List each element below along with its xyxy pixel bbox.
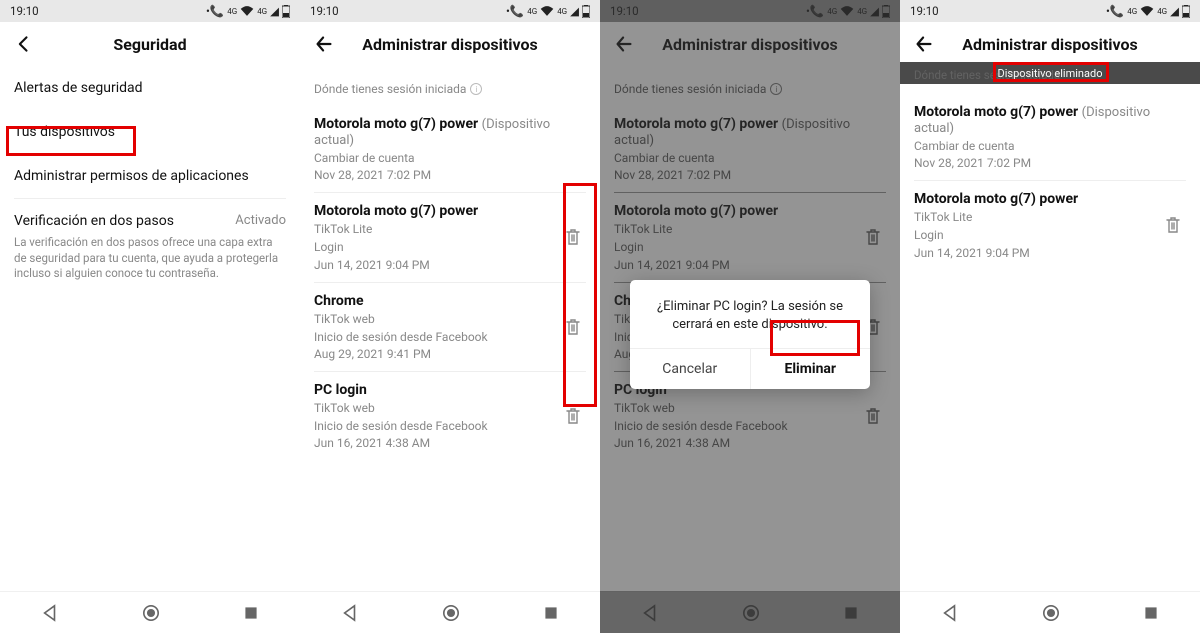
content: Alertas de seguridad Tus dispositivos Ad… [0,66,300,591]
nav-home-icon[interactable] [1042,604,1060,622]
nav-bar [0,591,300,633]
back-button[interactable] [306,33,342,55]
volte-icon: •📞 [506,4,524,18]
panel-security: 19:10 •📞 4G 4G ◢ Seguridad Alertas de se… [0,0,300,633]
page-title: Seguridad [42,35,258,54]
dialog-cancel-button[interactable]: Cancelar [630,349,751,389]
battery-icon [282,5,290,18]
device-current: Motorola moto g(7) power (Dispositivo ac… [914,94,1186,180]
battery-icon [582,5,590,18]
nav-recent-icon[interactable] [543,605,559,621]
device-row: Motorola moto g(7) power TikTok Lite Log… [914,180,1186,269]
status-bar: 19:10 •📞 4G 4G ◢ [300,0,600,22]
nav-back-icon[interactable] [341,604,359,622]
row-your-devices[interactable]: Tus dispositivos [14,110,286,154]
row-security-alerts[interactable]: Alertas de seguridad [14,66,286,110]
nav-back-icon[interactable] [41,604,59,622]
delete-device-button[interactable] [560,203,586,271]
status-icons: •📞 4G 4G ◢ [206,4,290,18]
nav-back-icon[interactable] [941,604,959,622]
status-bar: 19:10 •📞 4G 4G ◢ [0,0,300,22]
volte-icon: •📞 [206,4,224,18]
back-button[interactable] [6,34,42,54]
clock: 19:10 [10,4,39,18]
row-two-step[interactable]: Verificación en dos pasos Activado La ve… [14,198,286,300]
two-step-title: Verificación en dos pasos [14,213,174,229]
nav-home-icon[interactable] [442,604,460,622]
content: Dónde tienes sesión iniciada i Motorola … [300,66,600,591]
status-bar: 19:10 •📞 4G 4G ◢ [900,0,1200,22]
session-header-peek: Dónde tienes sesión iniciada [900,66,1200,82]
page-title: Administrar dispositivos [342,35,558,54]
signal-icon: ◢ [270,4,279,18]
device-row: Motorola moto g(7) power TikTok Lite Log… [314,192,586,281]
clock: 19:10 [310,4,339,18]
nav-bar [300,591,600,633]
panel-manage-devices: 19:10 •📞 4G 4G ◢ Administrar dispositivo… [300,0,600,633]
nav-recent-icon[interactable] [243,605,259,621]
two-step-desc: La verificación en dos pasos ofrece una … [14,235,286,282]
clock: 19:10 [910,4,939,18]
info-icon[interactable]: i [470,83,482,95]
nav-recent-icon[interactable] [1143,605,1159,621]
delete-device-button[interactable] [560,382,586,450]
device-current: Motorola moto g(7) power (Dispositivo ac… [314,106,586,192]
device-row: PC login TikTok web Inicio de sesión des… [314,371,586,460]
net-label-2: 4G [257,7,267,16]
net-label: 4G [227,7,237,16]
device-row: Chrome TikTok web Inicio de sesión desde… [314,282,586,371]
delete-device-button[interactable] [1160,191,1186,259]
wifi-icon [240,5,254,17]
back-button[interactable] [906,33,942,55]
header: Administrar dispositivos [300,22,600,66]
row-app-permissions[interactable]: Administrar permisos de aplicaciones [14,154,286,198]
dialog-text: ¿Eliminar PC login? La sesión se cerrará… [630,280,870,348]
session-header: Dónde tienes sesión iniciada i [314,66,586,106]
delete-device-button[interactable] [560,293,586,361]
nav-home-icon[interactable] [142,604,160,622]
dialog-delete-button[interactable]: Eliminar [751,349,871,389]
panel-deleted-toast: 19:10 •📞 4G 4G ◢ Administrar dispositivo… [900,0,1200,633]
nav-bar [900,591,1200,633]
confirm-delete-dialog: ¿Eliminar PC login? La sesión se cerrará… [630,280,870,389]
header: Seguridad [0,22,300,66]
status-icons: •📞 4G 4G ◢ [506,4,590,18]
two-step-status: Activado [235,213,286,229]
panel-delete-dialog: 19:10 •📞 4G 4G ◢ Administrar dispositivo… [600,0,900,633]
signal-icon: ◢ [570,4,579,18]
wifi-icon [540,5,554,17]
